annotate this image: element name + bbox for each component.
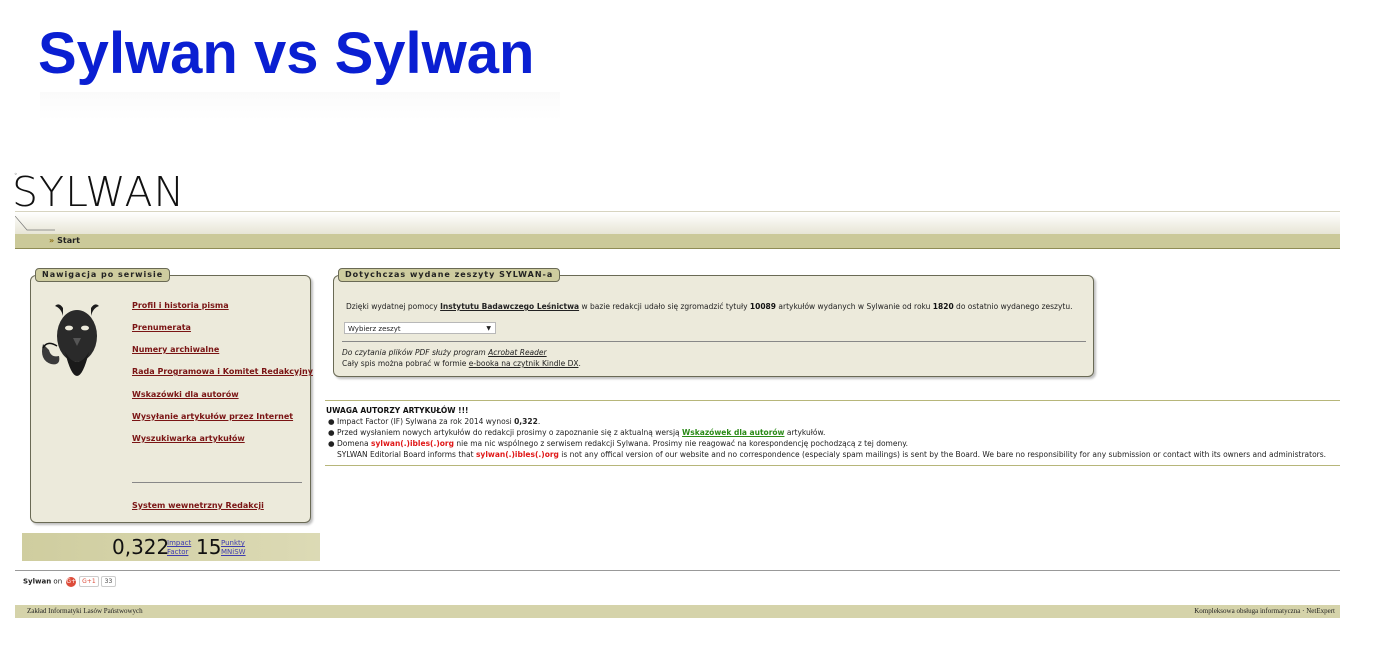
ebook-link[interactable]: e-booka na czytnik Kindle DX xyxy=(469,359,579,368)
notice-impact-factor: ● Impact Factor (IF) Sylwana za rok 2014 … xyxy=(328,417,541,426)
nav-link-archiwum[interactable]: Numery archiwalne xyxy=(132,345,219,355)
nav-divider xyxy=(132,482,302,483)
impact-factor-value: 0,322 xyxy=(112,535,170,559)
title-reflection xyxy=(40,92,560,120)
article-count: 10089 xyxy=(749,302,776,311)
points-label-2[interactable]: MNiSW xyxy=(221,548,246,556)
notice-domain-pl: ● Domena sylwan(.)ibles(.)org nie ma nic … xyxy=(328,439,908,448)
footer-divider xyxy=(15,570,1340,571)
impact-label-2[interactable]: Factor xyxy=(167,548,188,556)
nav-link-wysylanie[interactable]: Wysyłanie artykułów przez Internet xyxy=(132,412,293,422)
issues-intro: Dzięki wydatnej pomocy Instytutu Badawcz… xyxy=(346,302,1073,311)
dropdown-caret-icon: ▼ xyxy=(486,325,491,332)
plus-one-count: 33 xyxy=(100,576,117,587)
site-navigation-panel: Nawigacja po serwisie Profil i historia … xyxy=(30,268,313,523)
slide-title: Sylwan vs Sylwan xyxy=(38,21,535,86)
footer-left-text[interactable]: Zakład Informatyki Lasów Państwowych xyxy=(27,605,143,618)
impact-label-1[interactable]: Impact xyxy=(167,539,191,547)
social-row: Sylwan on G+ G+1 33 xyxy=(23,576,117,587)
issue-select[interactable]: Wybierz zeszyt ▼ xyxy=(344,322,496,334)
issues-panel: Dotychczas wydane zeszyty SYLWAN-a Dzięk… xyxy=(333,268,1094,377)
nav-link-wyszukiwarka[interactable]: Wyszukiwarka artykułów xyxy=(132,434,245,444)
breadcrumb-start-link[interactable]: Start xyxy=(57,236,80,245)
acrobat-link[interactable]: Acrobat Reader xyxy=(488,348,547,357)
notice-domain-en: SYLWAN Editorial Board informs that sylw… xyxy=(337,450,1327,459)
points-label-1[interactable]: Punkty xyxy=(221,539,245,547)
notice-bottom-rule xyxy=(325,465,1340,466)
nav-link-profil[interactable]: Profil i historia pisma xyxy=(132,301,229,311)
plus-one-button[interactable]: G+1 xyxy=(79,576,99,587)
issues-panel-title: Dotychczas wydane zeszyty SYLWAN-a xyxy=(338,268,561,282)
footer-right-text[interactable]: Kompleksowa obsługa informatyczna · NetE… xyxy=(1194,605,1335,618)
notice-heading: UWAGA AUTORZY ARTYKUŁÓW !!! xyxy=(326,406,469,415)
issues-divider xyxy=(342,341,1086,342)
institute-link[interactable]: Instytutu Badawczego Leśnictwa xyxy=(440,302,579,311)
nav-link-system-redakcji[interactable]: System wewnetrzny Redakcji xyxy=(132,501,264,511)
breadcrumb: » Start xyxy=(15,234,1340,249)
notice-guidelines: ● Przed wysłaniem nowych artykułów do red… xyxy=(328,428,826,437)
ebook-info: Cały spis można pobrać w formie e-booka … xyxy=(342,359,581,368)
nav-link-rada[interactable]: Rada Programowa i Komitet Redakcyjny xyxy=(132,367,313,377)
header-curve xyxy=(15,216,55,231)
faun-mask-icon xyxy=(42,304,99,376)
points-value: 15 xyxy=(196,535,222,559)
header-bar xyxy=(15,211,1340,234)
since-year: 1820 xyxy=(932,302,954,311)
nav-link-wskazowki[interactable]: Wskazówki dla autorów xyxy=(132,390,239,400)
pdf-info: Do czytania plików PDF służy program Acr… xyxy=(342,348,547,357)
site-logo[interactable]: SYLWAN xyxy=(12,170,185,214)
notice-top-rule xyxy=(325,400,1340,401)
breadcrumb-arrow-icon: » xyxy=(49,236,55,245)
footer-bar: Zakład Informatyki Lasów Państwowych Kom… xyxy=(15,605,1340,618)
nav-panel-title: Nawigacja po serwisie xyxy=(35,268,171,282)
guidelines-link[interactable]: Wskazówek dla autorów xyxy=(682,428,784,437)
impact-stats-bar: 0,322 Impact Factor 15 Punkty MNiSW xyxy=(22,533,320,561)
nav-link-prenumerata[interactable]: Prenumerata xyxy=(132,323,191,333)
google-plus-icon[interactable]: G+ xyxy=(66,576,77,587)
